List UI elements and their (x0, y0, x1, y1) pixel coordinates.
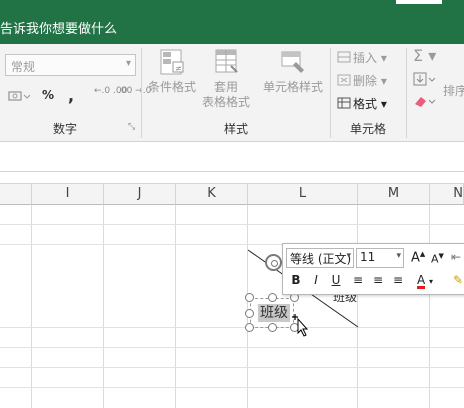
align-left-icon[interactable]: ≡ (349, 273, 367, 287)
diagonal-border-line (247, 249, 359, 328)
resize-handle[interactable] (268, 323, 277, 332)
resize-handle[interactable] (245, 309, 254, 318)
indent-icon[interactable]: ⇤ (451, 250, 461, 264)
excel-window: 告诉我你想要做什么 常规 ▾ % , ←.0 .00 .00 →.0 数字 ⤡ … (0, 0, 464, 408)
bold-button[interactable]: B (287, 273, 305, 287)
font-name-dropdown[interactable]: 等线 (正文) ▾ (286, 248, 354, 268)
chevron-down-icon: ▾ (396, 251, 401, 261)
underline-button[interactable]: U (327, 273, 345, 287)
shrink-font-button[interactable]: A▼ (431, 252, 444, 266)
mouse-cursor-icon (292, 314, 309, 337)
font-color-button[interactable]: A ▾ (413, 273, 437, 289)
italic-button[interactable]: I (307, 273, 325, 287)
chevron-down-icon: ▾ (346, 251, 351, 261)
textbox-text[interactable]: 班级 (258, 304, 290, 322)
font-size-dropdown[interactable]: 11 ▾ (356, 248, 404, 268)
mini-toolbar: 等线 (正文) ▾ 11 ▾ A▲ A▼ ⇤ B I U ≡ ≡ ≡ A ▾ ✎ (282, 243, 464, 295)
resize-handle[interactable] (245, 293, 254, 302)
align-right-icon[interactable]: ≡ (389, 273, 407, 287)
format-painter-icon[interactable]: ✎ (449, 273, 464, 287)
grow-font-button[interactable]: A▲ (411, 250, 425, 265)
rotate-handle-icon[interactable] (265, 254, 282, 271)
resize-handle[interactable] (268, 293, 277, 302)
align-center-icon[interactable]: ≡ (369, 273, 387, 287)
resize-handle[interactable] (245, 323, 254, 332)
